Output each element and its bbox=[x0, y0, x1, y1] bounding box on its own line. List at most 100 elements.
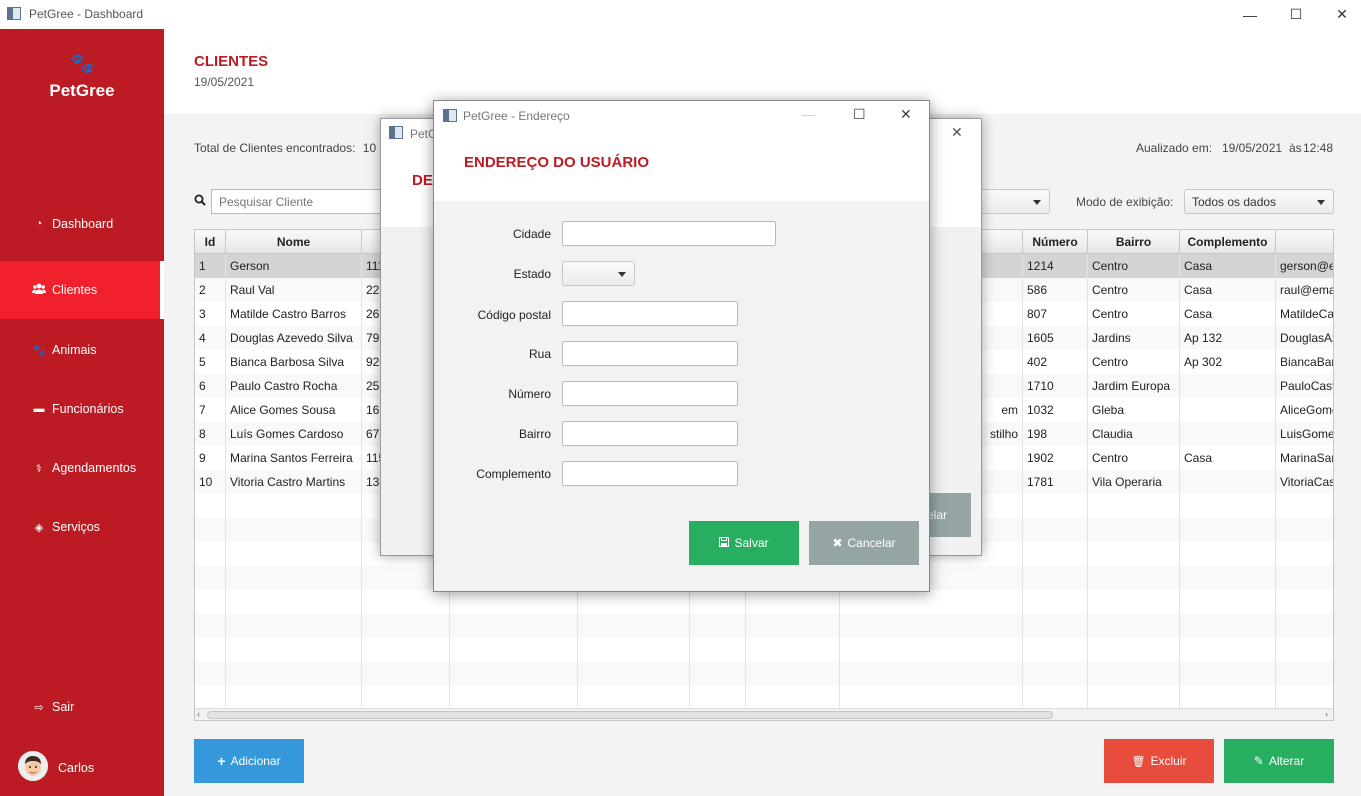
table-cell bbox=[578, 638, 690, 662]
scroll-right-icon[interactable]: › bbox=[1325, 709, 1328, 719]
delete-button[interactable]: 🗑 Excluir bbox=[1104, 739, 1214, 783]
table-cell-nome: Bianca Barbosa Silva bbox=[226, 350, 362, 374]
table-cell bbox=[578, 686, 690, 710]
table-cell-complemento bbox=[1180, 494, 1276, 518]
view-mode-select[interactable]: Todos os dados bbox=[1184, 189, 1334, 214]
avatar[interactable] bbox=[18, 751, 48, 781]
minimize-button[interactable]: — bbox=[1227, 0, 1273, 29]
table-cell-email: LuisGomes bbox=[1276, 422, 1333, 446]
sidebar-item-label: Funcionários bbox=[52, 402, 124, 416]
table-cell-email: MatildeCa bbox=[1276, 302, 1333, 326]
sidebar-item-servicos[interactable]: ◈ Serviços bbox=[0, 498, 164, 556]
cidade-label: Cidade bbox=[512, 227, 551, 241]
filter-select[interactable] bbox=[975, 189, 1050, 214]
maximize-button[interactable]: ☐ bbox=[1273, 0, 1319, 29]
table-cell-bairro: Centro bbox=[1088, 278, 1180, 302]
app-icon bbox=[7, 7, 21, 20]
sidebar-item-funcionarios[interactable]: ▬ Funcionários bbox=[0, 380, 164, 438]
delete-label: Excluir bbox=[1150, 754, 1187, 768]
numero-field[interactable] bbox=[562, 381, 738, 406]
table-cell-c2 bbox=[362, 686, 450, 710]
table-cell-email bbox=[1276, 638, 1333, 662]
table-cell-nome: Vitoria Castro Martins bbox=[226, 470, 362, 494]
column-header-numero[interactable]: Número bbox=[1023, 230, 1088, 254]
table-cell-nome bbox=[226, 638, 362, 662]
column-header-id[interactable]: Id bbox=[195, 230, 226, 254]
sidebar-item-clientes[interactable]: Clientes bbox=[0, 261, 164, 319]
address-dialog-heading: ENDEREÇO DO USUÁRIO bbox=[464, 154, 650, 171]
search-input[interactable] bbox=[211, 189, 391, 214]
updated-sep: às bbox=[1289, 141, 1302, 155]
table-cell bbox=[450, 686, 578, 710]
table-cell bbox=[746, 614, 840, 638]
logout-button[interactable]: ⇨ Sair bbox=[0, 678, 164, 736]
save-button[interactable]: Salvar bbox=[689, 521, 799, 565]
table-cell-c_mid bbox=[840, 590, 1023, 614]
search-icon bbox=[194, 194, 206, 209]
column-header-email[interactable] bbox=[1276, 230, 1333, 254]
address-dialog-maximize-button[interactable]: ☐ bbox=[853, 106, 866, 123]
bairro-field[interactable] bbox=[562, 421, 738, 446]
table-row-empty[interactable] bbox=[195, 590, 1333, 614]
logo-text: PetGree bbox=[49, 81, 115, 100]
close-button[interactable]: ✕ bbox=[1319, 0, 1361, 29]
table-cell-email: VitoriaCas bbox=[1276, 470, 1333, 494]
view-mode-label: Modo de exibição: bbox=[1076, 195, 1174, 209]
table-cell-bairro bbox=[1088, 590, 1180, 614]
table-row-empty[interactable] bbox=[195, 686, 1333, 710]
briefcase-icon: ▬ bbox=[33, 403, 45, 415]
cidade-field[interactable] bbox=[562, 221, 776, 246]
add-button[interactable]: + Adicionar bbox=[194, 739, 304, 783]
scrollbar-thumb[interactable] bbox=[207, 711, 1053, 719]
updated-date: 19/05/2021 bbox=[1222, 141, 1283, 155]
table-cell bbox=[690, 590, 746, 614]
address-dialog-minimize-button[interactable]: — bbox=[802, 107, 815, 122]
column-header-complemento[interactable]: Complemento bbox=[1180, 230, 1276, 254]
updated-time: 12:48 bbox=[1303, 141, 1334, 155]
table-row-empty[interactable] bbox=[195, 638, 1333, 662]
table-cell-complemento bbox=[1180, 662, 1276, 686]
scroll-left-icon[interactable]: ‹ bbox=[197, 709, 200, 719]
table-row-empty[interactable] bbox=[195, 662, 1333, 686]
address-dialog-close-button[interactable]: ✕ bbox=[900, 106, 912, 123]
table-cell-complemento: Ap 132 bbox=[1180, 326, 1276, 350]
horizontal-scrollbar[interactable]: ‹ › bbox=[195, 708, 1333, 720]
table-cell-id bbox=[195, 566, 226, 590]
cep-field[interactable] bbox=[562, 301, 738, 326]
table-cell-email bbox=[1276, 590, 1333, 614]
table-cell-email: PauloCast bbox=[1276, 374, 1333, 398]
table-cell-email bbox=[1276, 686, 1333, 710]
table-cell-bairro: Centro bbox=[1088, 302, 1180, 326]
table-cell-nome bbox=[226, 590, 362, 614]
estado-select[interactable] bbox=[562, 261, 635, 286]
dialog-close-button[interactable]: ✕ bbox=[951, 124, 963, 141]
table-row-empty[interactable] bbox=[195, 614, 1333, 638]
sidebar-item-agendamentos[interactable]: ⚕ Agendamentos bbox=[0, 439, 164, 497]
sidebar-item-animais[interactable]: 🐾 Animais bbox=[0, 321, 164, 379]
table-cell-numero bbox=[1023, 614, 1088, 638]
table-cell bbox=[578, 614, 690, 638]
table-cell-email bbox=[1276, 662, 1333, 686]
address-dialog-titlebar: PetGree - Endereço — ☐ ✕ bbox=[434, 101, 929, 131]
table-cell bbox=[746, 638, 840, 662]
complemento-field[interactable] bbox=[562, 461, 738, 486]
table-cell-id: 5 bbox=[195, 350, 226, 374]
paw-icon: 🐾 bbox=[32, 344, 46, 357]
column-header-bairro[interactable]: Bairro bbox=[1088, 230, 1180, 254]
table-cell-email: AliceGome bbox=[1276, 398, 1333, 422]
table-cell-numero: 586 bbox=[1023, 278, 1088, 302]
sidebar-item-label: Animais bbox=[52, 343, 97, 357]
table-cell-bairro: Centro bbox=[1088, 254, 1180, 278]
cancel-button[interactable]: ✖ Cancelar bbox=[809, 521, 919, 565]
column-header-nome[interactable]: Nome bbox=[226, 230, 362, 254]
table-cell-nome bbox=[226, 686, 362, 710]
table-cell-id bbox=[195, 518, 226, 542]
edit-button[interactable]: ✎ Alterar bbox=[1224, 739, 1334, 783]
complemento-label: Complemento bbox=[476, 467, 551, 481]
total-clients: Total de Clientes encontrados: 10 bbox=[194, 141, 376, 155]
rua-field[interactable] bbox=[562, 341, 738, 366]
table-cell bbox=[450, 590, 578, 614]
table-cell-id: 1 bbox=[195, 254, 226, 278]
edit-label: Alterar bbox=[1268, 754, 1305, 768]
sidebar-item-dashboard[interactable]: ◔ Dashboard bbox=[0, 195, 164, 253]
